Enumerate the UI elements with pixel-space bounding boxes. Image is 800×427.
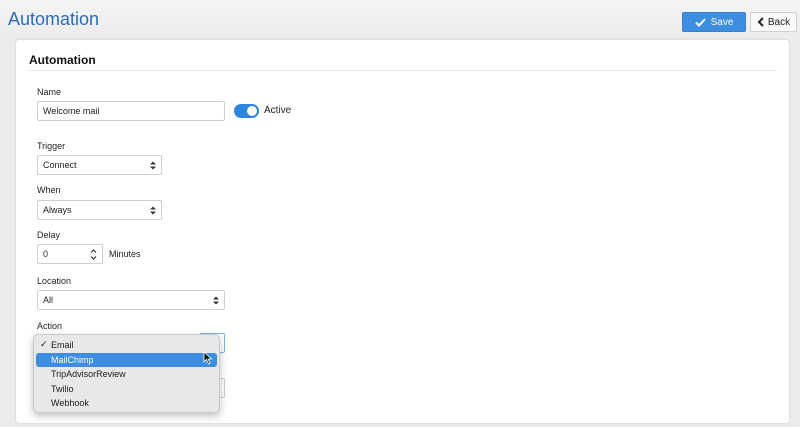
dropdown-option-webhook[interactable]: Webhook — [36, 396, 217, 411]
action-dropdown-menu: ✓ Email MailChimp TripAdvisorReview Twil… — [33, 334, 220, 413]
check-icon — [694, 17, 706, 27]
delay-value: 0 — [43, 249, 49, 259]
location-select-value: All — [43, 295, 54, 305]
when-select[interactable]: Always — [37, 200, 162, 220]
dropdown-option-tripadvisorreview[interactable]: TripAdvisorReview — [36, 367, 217, 382]
save-button[interactable]: Save — [682, 12, 746, 32]
trigger-select-value: Connect — [43, 160, 77, 170]
page-title: Automation — [8, 9, 100, 29]
location-select[interactable]: All — [37, 290, 225, 310]
action-label: Action — [37, 321, 63, 331]
dropdown-option-label: Webhook — [51, 398, 89, 409]
updown-arrows-icon — [150, 161, 156, 169]
top-bar: Automation Save Back — [0, 0, 800, 40]
dropdown-option-mailchimp[interactable]: MailChimp — [36, 352, 217, 367]
back-button-label: Back — [767, 16, 791, 28]
back-button[interactable]: Back — [750, 12, 797, 32]
dropdown-option-twilio[interactable]: Twilio — [36, 382, 217, 397]
when-select-value: Always — [43, 205, 72, 215]
dropdown-option-email[interactable]: ✓ Email — [36, 338, 217, 353]
updown-arrows-icon — [213, 296, 219, 304]
updown-arrows-icon — [150, 206, 156, 214]
delay-stepper[interactable]: 0 — [37, 244, 103, 264]
name-input-value: Welcome mail — [43, 106, 100, 116]
mouse-pointer-icon — [203, 351, 213, 365]
active-toggle[interactable] — [234, 104, 259, 118]
dropdown-option-label: TripAdvisorReview — [51, 369, 126, 380]
when-label: When — [37, 185, 61, 195]
check-icon: ✓ — [40, 339, 48, 349]
location-label: Location — [37, 276, 72, 286]
save-button-label: Save — [710, 16, 734, 28]
card-divider — [29, 70, 777, 71]
stepper-arrows-icon[interactable] — [90, 248, 97, 261]
delay-unit-label: Minutes — [109, 249, 141, 259]
toggle-knob — [247, 106, 257, 116]
trigger-label: Trigger — [37, 141, 66, 151]
dropdown-option-label: MailChimp — [51, 354, 94, 365]
name-label: Name — [37, 87, 62, 97]
dropdown-option-label: Email — [51, 340, 74, 351]
dropdown-option-label: Twilio — [51, 383, 74, 394]
delay-label: Delay — [37, 230, 61, 240]
chevron-left-icon — [757, 17, 764, 27]
card-title: Automation — [29, 53, 96, 67]
trigger-select[interactable]: Connect — [37, 155, 162, 175]
active-label: Active — [264, 105, 292, 116]
name-input[interactable]: Welcome mail — [37, 101, 225, 121]
